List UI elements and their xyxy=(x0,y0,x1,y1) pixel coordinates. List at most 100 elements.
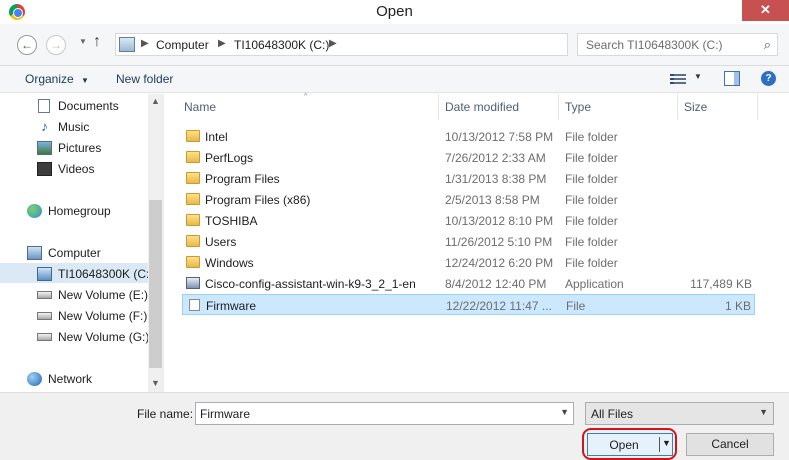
column-header-name[interactable]: Name xyxy=(184,100,216,114)
sidebar-item-label: Homegroup xyxy=(48,204,111,218)
sidebar-scrollbar[interactable]: ▲ ▼ xyxy=(148,94,163,392)
sidebar-item-network[interactable]: Network xyxy=(0,369,148,389)
drive-icon xyxy=(37,291,52,299)
file-size: 1 KB xyxy=(724,299,751,313)
organize-menu[interactable]: Organize ▼ xyxy=(25,72,89,86)
homegroup-icon xyxy=(27,204,42,218)
sidebar-item-label: Network xyxy=(48,372,93,386)
column-header-size[interactable]: Size xyxy=(684,100,707,114)
drive-icon xyxy=(37,312,52,320)
file-date: 12/22/2012 11:47 ... xyxy=(446,299,552,313)
file-row-toshiba[interactable]: TOSHIBA 10/13/2012 8:10 PM File folder xyxy=(182,210,755,231)
split-divider xyxy=(659,437,660,452)
sidebar-item-volume-f[interactable]: New Volume (F:) xyxy=(0,306,148,326)
folder-icon xyxy=(186,235,200,247)
scrollbar-thumb[interactable] xyxy=(149,200,162,368)
cancel-button[interactable]: Cancel xyxy=(686,433,774,456)
file-type: File folder xyxy=(565,172,618,186)
chevron-down-icon: ▼ xyxy=(81,76,89,85)
breadcrumb-separator-icon[interactable]: ▶ xyxy=(141,38,149,49)
address-row: ← → ▼ ↑ ▶ Computer ▶ TI10648300K (C:) ▶ … xyxy=(0,24,789,66)
file-row-program-files-x86[interactable]: Program Files (x86) 2/5/2013 8:58 PM Fil… xyxy=(182,189,755,210)
column-divider[interactable] xyxy=(757,94,758,120)
file-row-perflogs[interactable]: PerfLogs 7/26/2012 2:33 AM File folder xyxy=(182,147,755,168)
open-button[interactable]: Open ▼ xyxy=(587,433,673,456)
sidebar-item-pictures[interactable]: Pictures xyxy=(0,138,148,158)
file-list[interactable]: ^ Name Date modified Type Size Intel 10/… xyxy=(165,93,789,392)
column-header-date-modified[interactable]: Date modified xyxy=(445,100,519,114)
sidebar-item-music[interactable]: ♪ Music xyxy=(0,117,148,137)
recent-locations-icon[interactable]: ▼ xyxy=(79,37,87,46)
file-type-filter-select[interactable]: All Files ▼ xyxy=(585,402,774,425)
folder-icon xyxy=(186,256,200,268)
file-row-users[interactable]: Users 11/26/2012 5:10 PM File folder xyxy=(182,231,755,252)
folder-icon xyxy=(186,193,200,205)
file-type: Application xyxy=(565,277,624,291)
sidebar-item-volume-e[interactable]: New Volume (E:) xyxy=(0,285,148,305)
drive-c-icon xyxy=(37,267,52,281)
command-toolbar: Organize ▼ New folder ▼ ? xyxy=(0,66,789,93)
breadcrumb-separator-icon[interactable]: ▶ xyxy=(218,38,226,49)
file-date: 7/26/2012 2:33 AM xyxy=(445,151,546,165)
file-row-intel[interactable]: Intel 10/13/2012 7:58 PM File folder xyxy=(182,126,755,147)
documents-icon xyxy=(38,99,50,113)
sidebar-item-label: Videos xyxy=(58,162,95,176)
breadcrumb-drive-c[interactable]: TI10648300K (C:) xyxy=(234,38,329,52)
column-divider[interactable] xyxy=(438,94,439,120)
close-button[interactable]: ✕ xyxy=(742,0,789,21)
file-date: 10/13/2012 7:58 PM xyxy=(445,130,554,144)
computer-icon xyxy=(27,246,42,260)
sidebar-item-drive-c[interactable]: TI10648300K (C:) xyxy=(0,263,153,283)
file-row-firmware[interactable]: Firmware 12/22/2012 11:47 ... File 1 KB xyxy=(182,294,755,315)
sidebar-item-documents[interactable]: Documents xyxy=(0,96,148,116)
file-date: 2/5/2013 8:58 PM xyxy=(445,193,540,207)
sidebar-item-videos[interactable]: Videos xyxy=(0,159,148,179)
file-name: Windows xyxy=(205,256,254,270)
file-icon xyxy=(189,299,200,311)
file-date: 12/24/2012 6:20 PM xyxy=(445,256,554,270)
file-size: 117,489 KB xyxy=(690,277,752,291)
breadcrumb-computer[interactable]: Computer xyxy=(156,38,209,52)
forward-button[interactable]: → xyxy=(46,35,66,55)
scroll-down-icon[interactable]: ▼ xyxy=(148,378,163,388)
file-type: File folder xyxy=(565,193,618,207)
bottom-panel: File name: Firmware ▼ All Files ▼ Open ▼… xyxy=(0,392,789,460)
navigation-pane[interactable]: Documents ♪ Music Pictures Videos Homegr… xyxy=(0,94,164,392)
view-options-dropdown-icon[interactable]: ▼ xyxy=(694,72,702,81)
breadcrumb-separator-icon[interactable]: ▶ xyxy=(329,38,337,49)
chevron-down-icon[interactable]: ▼ xyxy=(759,407,768,417)
column-header-type[interactable]: Type xyxy=(565,100,591,114)
help-icon[interactable]: ? xyxy=(761,71,776,86)
file-name: Users xyxy=(205,235,237,249)
sidebar-item-volume-g[interactable]: New Volume (G:) xyxy=(0,327,149,347)
up-one-level-icon[interactable]: ↑ xyxy=(93,33,101,51)
column-divider[interactable] xyxy=(677,94,678,120)
file-row-windows[interactable]: Windows 12/24/2012 6:20 PM File folder xyxy=(182,252,755,273)
new-folder-button[interactable]: New folder xyxy=(116,72,173,86)
file-name: TOSHIBA xyxy=(205,214,258,228)
search-input[interactable]: Search TI10648300K (C:) ⌕ xyxy=(577,33,778,56)
back-button[interactable]: ← xyxy=(17,35,37,55)
scroll-up-icon[interactable]: ▲ xyxy=(148,96,163,106)
window-title: Open xyxy=(376,3,413,20)
file-date: 10/13/2012 8:10 PM xyxy=(445,214,554,228)
file-type: File folder xyxy=(565,256,618,270)
chevron-down-icon[interactable]: ▼ xyxy=(560,407,569,417)
preview-pane-icon[interactable] xyxy=(724,71,740,86)
sidebar-item-label: TI10648300K (C:) xyxy=(58,267,154,281)
file-name-input[interactable]: Firmware ▼ xyxy=(195,402,574,425)
file-type: File xyxy=(566,299,586,313)
file-row-cisco-config-assistant[interactable]: Cisco-config-assistant-win-k9-3_2_1-en 8… xyxy=(182,273,755,294)
address-bar[interactable]: ▶ Computer ▶ TI10648300K (C:) ▶ ⌄ ↻ xyxy=(115,33,670,56)
pictures-icon xyxy=(37,141,52,155)
sidebar-item-homegroup[interactable]: Homegroup xyxy=(0,201,148,221)
change-view-icon[interactable] xyxy=(670,72,686,85)
open-options-dropdown-icon[interactable]: ▼ xyxy=(662,438,671,448)
file-name-value: Firmware xyxy=(200,407,250,421)
videos-icon xyxy=(37,162,52,176)
sidebar-item-computer[interactable]: Computer xyxy=(0,243,148,263)
folder-icon xyxy=(186,130,200,142)
file-row-program-files[interactable]: Program Files 1/31/2013 8:38 PM File fol… xyxy=(182,168,755,189)
search-icon[interactable]: ⌕ xyxy=(764,37,771,53)
column-divider[interactable] xyxy=(558,94,559,120)
